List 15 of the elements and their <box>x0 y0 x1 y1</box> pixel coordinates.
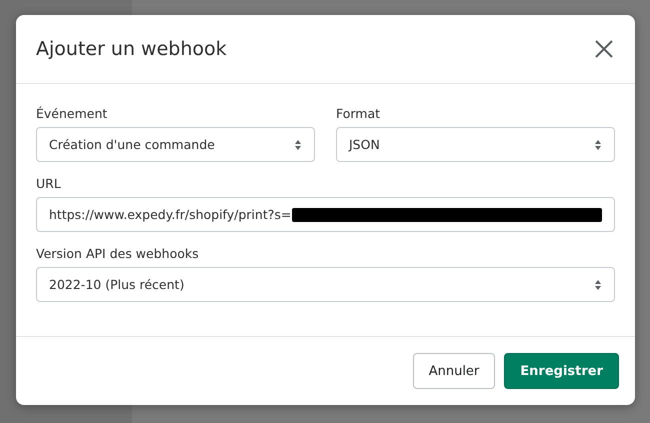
sort-caret-icon <box>594 138 602 150</box>
cancel-button[interactable]: Annuler <box>412 353 496 389</box>
sort-caret-icon <box>594 278 602 290</box>
field-label: Version API des webhooks <box>36 246 200 261</box>
url-field[interactable]: https://www.expedy.fr/shopify/print?s= <box>36 197 615 232</box>
field-label: Événement <box>36 106 108 121</box>
field-label: URL <box>36 176 62 191</box>
save-button[interactable]: Enregistrer <box>504 353 619 389</box>
field-label: Format <box>336 106 382 121</box>
sort-caret-icon <box>294 138 302 150</box>
dialog-title: Ajouter un webhook <box>36 38 227 60</box>
select-field[interactable]: JSON <box>336 127 615 162</box>
select-field[interactable]: Création d'une commande <box>36 127 315 162</box>
close-icon[interactable] <box>593 38 615 60</box>
select-field[interactable]: 2022-10 (Plus récent) <box>36 267 615 302</box>
